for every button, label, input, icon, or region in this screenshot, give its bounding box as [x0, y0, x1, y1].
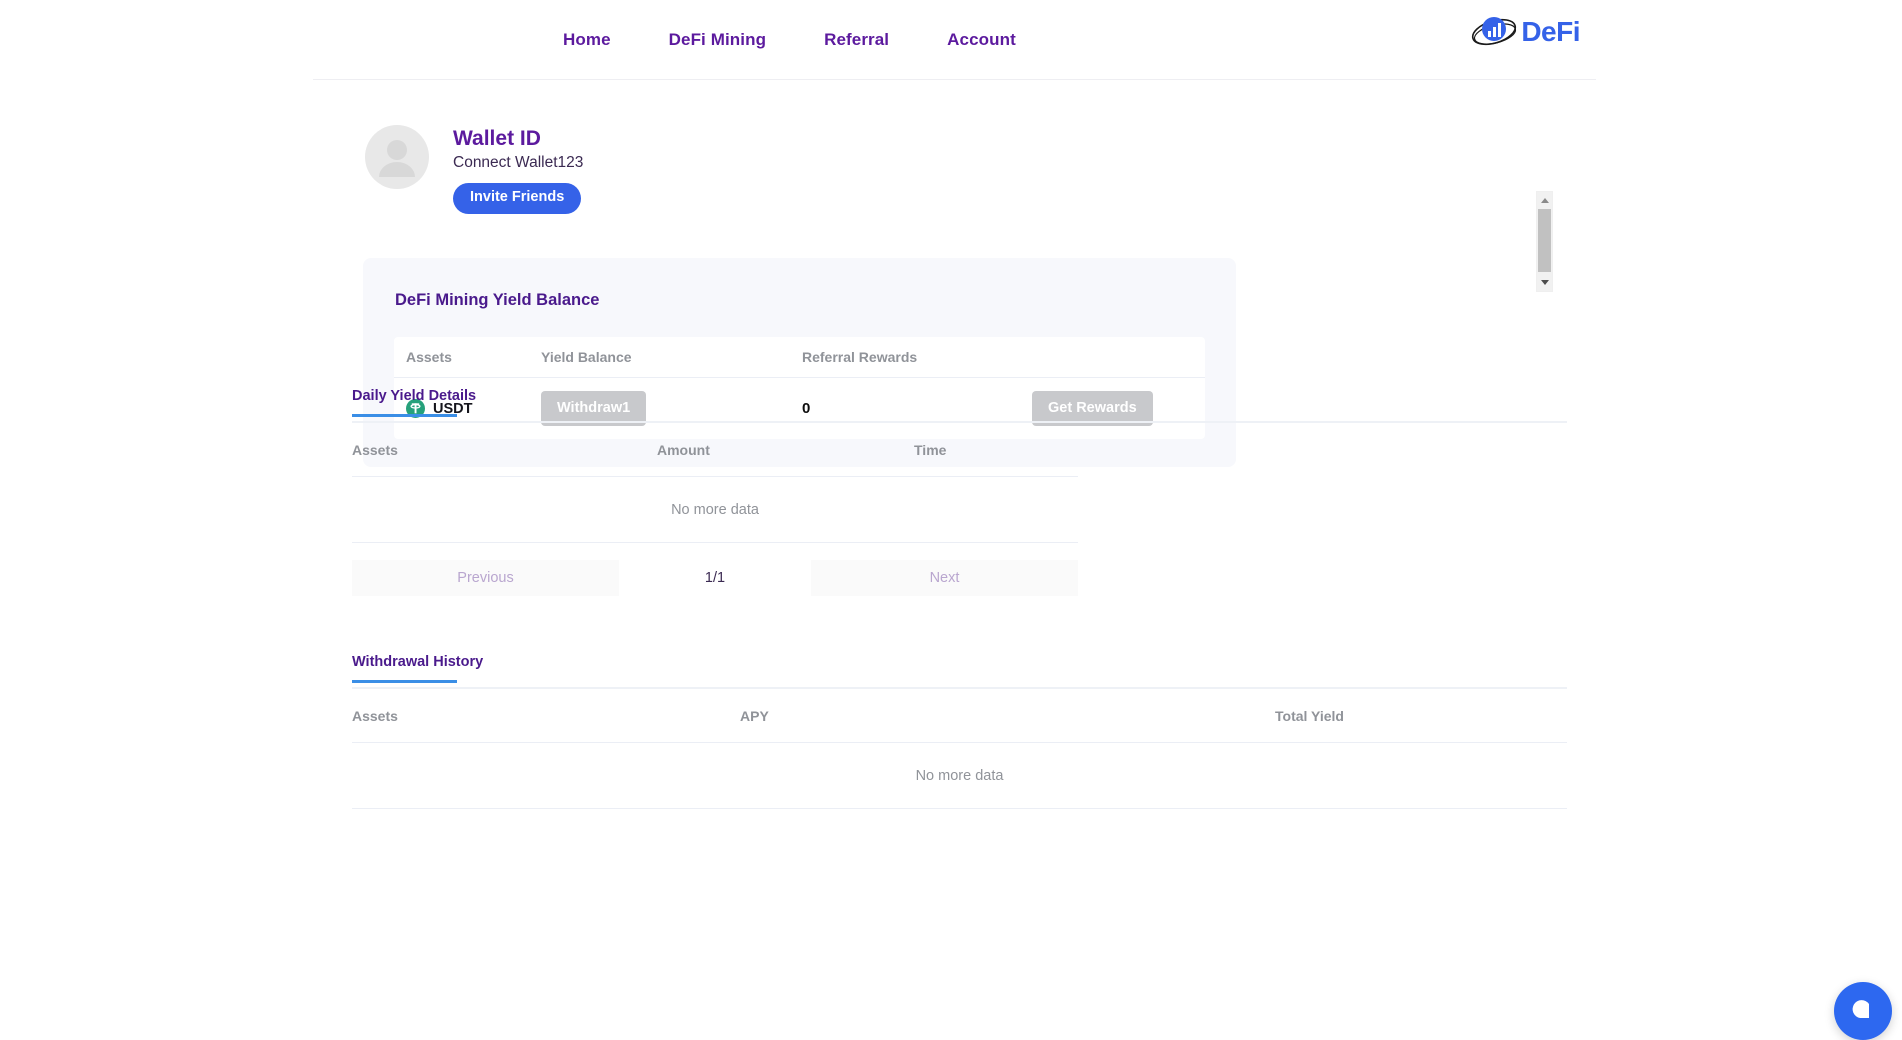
daily-yield-table: Assets Amount Time No more data [352, 423, 1078, 543]
profile-block: Wallet ID Connect Wallet123 Invite Frien… [365, 125, 583, 214]
nav-defi-mining[interactable]: DeFi Mining [669, 30, 766, 50]
caret-down-icon[interactable] [1537, 275, 1552, 290]
previous-page-button[interactable]: Previous [352, 560, 619, 596]
empty-state-message: No more data [352, 743, 1567, 809]
empty-state-message: No more data [352, 477, 1078, 543]
header-inner: Home DeFi Mining Referral Account DeFi [313, 0, 1596, 80]
column-header-apy: APY [740, 707, 769, 724]
site-header: Home DeFi Mining Referral Account DeFi [0, 0, 1902, 80]
site-logo[interactable]: DeFi [1471, 12, 1580, 52]
tab-daily-yield-details[interactable]: Daily Yield Details [352, 388, 482, 417]
withdrawal-history-section: Withdrawal History Assets APY Total Yiel… [352, 653, 1567, 809]
column-header-assets: Assets [352, 707, 398, 724]
column-header-referral-rewards: Referral Rewards [802, 349, 918, 365]
column-header-total-yield: Total Yield [1275, 707, 1344, 724]
column-header-assets: Assets [406, 349, 452, 365]
invite-friends-button[interactable]: Invite Friends [453, 182, 582, 214]
nav-account[interactable]: Account [947, 30, 1016, 50]
scrollbar-thumb[interactable] [1538, 209, 1551, 272]
page-content: Wallet ID Connect Wallet123 Invite Frien… [0, 80, 1902, 1040]
daily-yield-tabs: Daily Yield Details [352, 387, 1567, 423]
withdrawal-history-table: Assets APY Total Yield No more data [352, 689, 1567, 809]
column-header-time: Time [914, 441, 947, 458]
main-navigation: Home DeFi Mining Referral Account [563, 0, 1016, 79]
pagination: Previous 1/1 Next [352, 560, 1078, 596]
daily-yield-section: Daily Yield Details Assets Amount Time N… [352, 387, 1567, 596]
caret-up-icon[interactable] [1537, 193, 1552, 208]
profile-info: Wallet ID Connect Wallet123 Invite Frien… [453, 125, 583, 214]
nav-home[interactable]: Home [563, 30, 611, 50]
column-header-assets: Assets [352, 441, 398, 458]
tab-withdrawal-history[interactable]: Withdrawal History [352, 654, 489, 683]
globe-bar-chart-icon [1471, 12, 1519, 52]
column-header-yield-balance: Yield Balance [541, 349, 632, 365]
table-header-row: Assets Yield Balance Referral Rewards [394, 337, 1205, 378]
yield-card-title: DeFi Mining Yield Balance [395, 291, 600, 309]
page-indicator: 1/1 [704, 570, 726, 586]
page-title: Wallet ID [453, 127, 541, 150]
mini-scrollbar[interactable] [1536, 191, 1553, 292]
column-header-amount: Amount [657, 441, 710, 458]
table-header-row: Assets Amount Time [352, 423, 1078, 477]
withdrawal-history-tabs: Withdrawal History [352, 653, 1567, 689]
table-header-row: Assets APY Total Yield [352, 689, 1567, 743]
wallet-connect-text: Connect Wallet123 [453, 154, 584, 172]
logo-text: DeFi [1521, 16, 1580, 47]
next-page-button[interactable]: Next [811, 560, 1078, 596]
avatar [365, 125, 429, 189]
chat-widget-button[interactable] [1834, 982, 1892, 1040]
nav-referral[interactable]: Referral [824, 30, 889, 50]
